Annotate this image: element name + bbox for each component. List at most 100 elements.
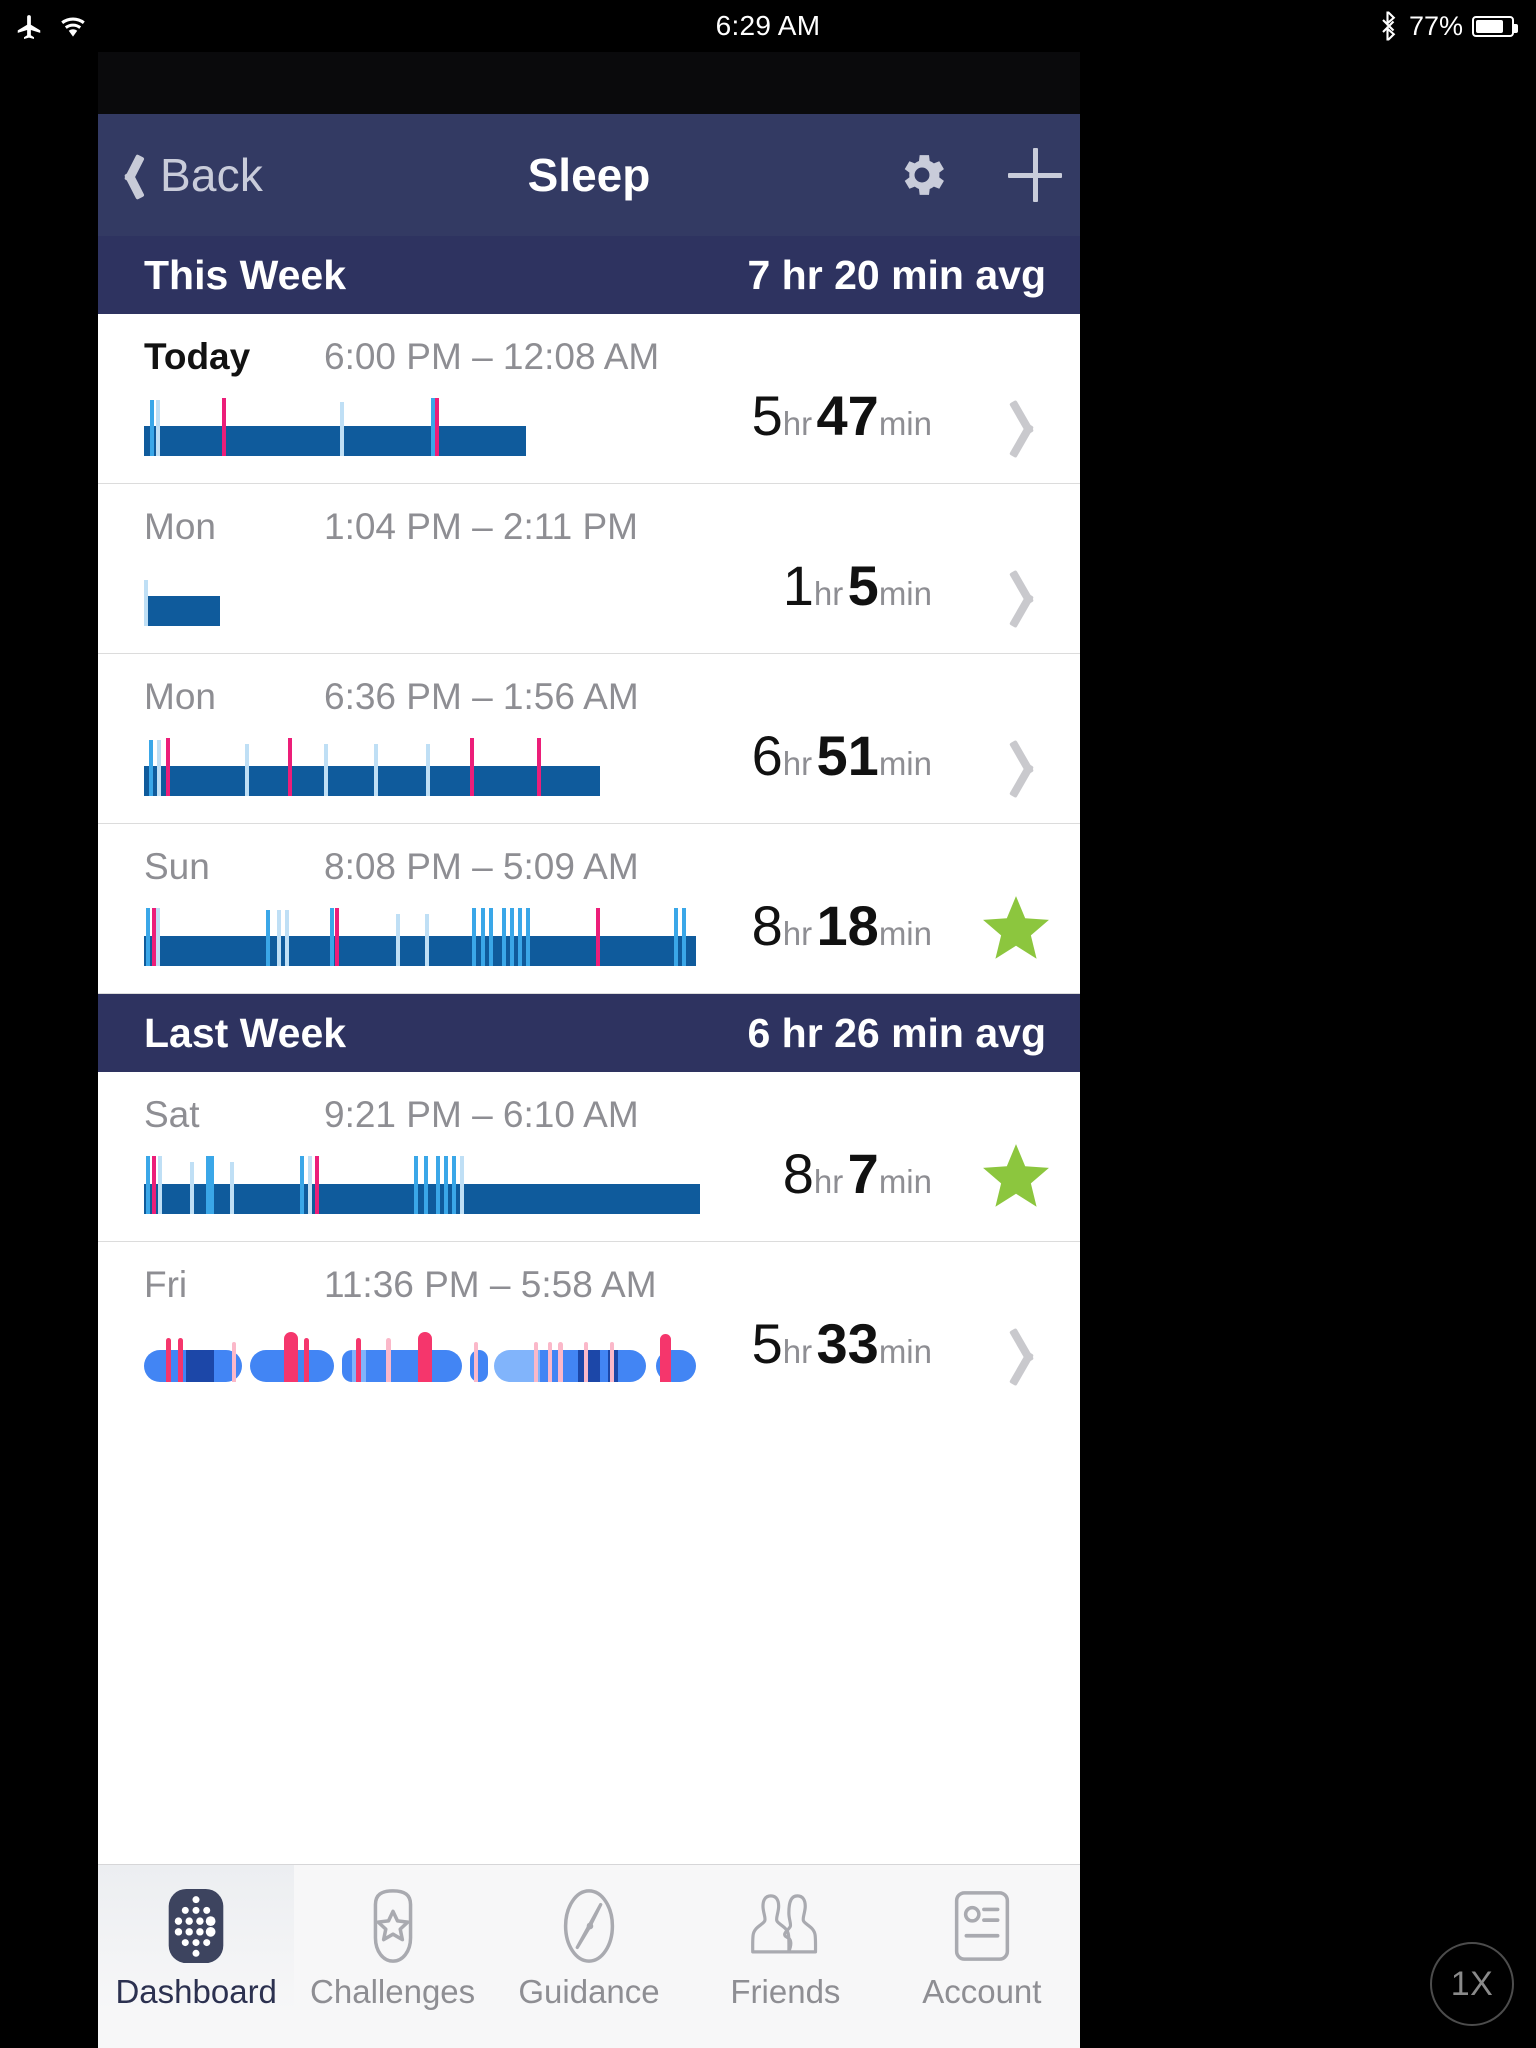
sleep-stage-wake [386,1338,391,1382]
sleep-row-range: 1:04 PM – 2:11 PM [324,506,638,547]
bluetooth-icon [1382,11,1396,41]
sleep-stage-light [214,1350,242,1382]
sleep-tick-restless [190,1162,194,1214]
duration-hours-unit: hr [782,915,813,952]
sleep-tick-restless [472,908,476,966]
tab-dashboard[interactable]: Dashboard [98,1865,295,2011]
sleep-tick-awake [288,738,292,796]
nav-actions [894,147,1062,203]
sleep-tick-restless [526,908,530,966]
sleep-tick-restless [426,744,430,796]
tab-guidance[interactable]: Guidance [491,1865,687,2011]
sleep-stage-wake [178,1338,183,1382]
tab-account[interactable]: Account [884,1865,1080,2011]
sleep-row-range: 9:21 PM – 6:10 AM [324,1094,639,1135]
sleep-stage-wake [534,1342,538,1382]
sleep-stage-light [600,1350,608,1382]
id-card-icon [954,1891,1009,1961]
sleep-stage-wake [304,1338,309,1382]
duration-hours: 8 [782,1142,814,1205]
sleep-row[interactable]: Fri 11:36 PM – 5:58 AM 5hr 33min [98,1242,1080,1412]
sleep-tick-restless [158,1156,162,1214]
sleep-tick-restless [146,1156,150,1214]
sleep-tick-restless [146,908,150,966]
sleep-row-body: 1hr 5min [144,554,1080,634]
sleep-stage-wake [558,1342,563,1382]
sleep-list: This Week 7 hr 20 min avg Today 6:00 PM … [98,236,1080,1412]
sleep-hypnogram-chart [144,564,220,626]
back-button[interactable]: Back [120,148,263,202]
tab-label: Guidance [518,1973,660,2010]
sleep-stage-wake [418,1332,432,1382]
chevron-right-icon[interactable] [1014,1323,1040,1387]
section-average: 7 hr 20 min avg [747,251,1046,298]
sleep-tick-restless [510,908,514,966]
status-bar-time: 6:29 AM [715,10,821,41]
sleep-tick-awake [470,738,474,796]
sleep-duration: 5hr 33min [752,1311,932,1376]
section-header-this-week: This Week 7 hr 20 min avg [98,236,1080,314]
duration-hours: 8 [751,894,783,957]
chevron-right-icon[interactable] [1014,565,1040,629]
friends-icon [751,1894,818,1954]
sleep-row-day: Today [144,336,251,377]
sleep-hypnogram-chart [144,394,526,456]
sleep-tick-restless [374,744,378,796]
duration-minutes: 5 [847,554,879,617]
duration-minutes: 18 [816,894,879,957]
sleep-tick-restless [277,910,281,966]
goal-star-icon [983,1144,1049,1207]
sleep-row[interactable]: Mon 6:36 PM – 1:56 AM 6hr 51min [98,654,1080,824]
sleep-row-body: 5hr 33min [144,1312,1080,1392]
tab-challenges[interactable]: Challenges [294,1865,490,2011]
sleep-tick-restless [157,740,161,796]
sleep-row-body: 6hr 51min [144,724,1080,804]
sleep-tick-restless [518,908,522,966]
sleep-stage-wake [166,1338,171,1382]
duration-minutes-unit: min [878,745,932,782]
plus-icon[interactable] [1008,148,1062,202]
sleep-row-range: 6:00 PM – 12:08 AM [324,336,660,377]
zoom-level-badge[interactable]: 1X [1430,1942,1514,2026]
chevron-right-icon[interactable] [1014,735,1040,799]
sleep-tick-awake [315,1156,319,1214]
sleep-stage-wake [584,1342,588,1382]
section-header-last-week: Last Week 6 hr 26 min avg [98,994,1080,1072]
sleep-stage-deep [578,1350,600,1382]
sleep-stage-wake [660,1334,671,1382]
duration-hours-unit: hr [813,1163,844,1200]
sleep-duration: 8hr 7min [783,1141,932,1206]
sleep-tick-restless [396,914,400,966]
section-title: This Week [144,251,347,298]
app-screen: Back Sleep This Week 7 hr 20 min avg Tod… [98,114,1080,2048]
sleep-row-day: Fri [144,1264,188,1305]
sleep-tick-restless [425,914,429,966]
sleep-duration: 6hr 51min [752,723,932,788]
sleep-duration: 1hr 5min [783,553,932,618]
sleep-row[interactable]: Sun 8:08 PM – 5:09 AM 8hr 18min [98,824,1080,994]
sleep-tick-restless [300,1156,304,1214]
sleep-row[interactable]: Sat 9:21 PM – 6:10 AM 8hr 7min [98,1072,1080,1242]
duration-hours: 5 [751,384,783,447]
sleep-duration: 8hr 18min [752,893,932,958]
sleep-row-body: 5hr 47min [144,384,1080,464]
sleep-stage-light [470,1350,488,1382]
sleep-stage-light [618,1350,646,1382]
sleep-stage-wake [548,1342,552,1382]
sleep-row[interactable]: Today 6:00 PM – 12:08 AM 5hr 47min [98,314,1080,484]
gear-icon[interactable] [894,147,950,203]
sleep-tick-restless [674,908,678,966]
sleep-stage-deep [186,1350,214,1382]
chevron-right-icon[interactable] [1014,395,1040,459]
tab-friends[interactable]: Friends [687,1865,883,2011]
sleep-tick-restless [424,1156,428,1214]
sleep-row[interactable]: Mon 1:04 PM – 2:11 PM 1hr 5min [98,484,1080,654]
sleep-tick-awake [152,1156,156,1214]
sleep-tick-restless [308,1156,312,1214]
duration-minutes-unit: min [878,1163,932,1200]
sleep-tick-restless [489,908,493,966]
sleep-row-header: Fri 11:36 PM – 5:58 AM [144,1242,1080,1306]
sleep-tick-restless [230,1162,234,1214]
chevron-left-icon [120,151,146,199]
sleep-row-header: Sat 9:21 PM – 6:10 AM [144,1072,1080,1136]
